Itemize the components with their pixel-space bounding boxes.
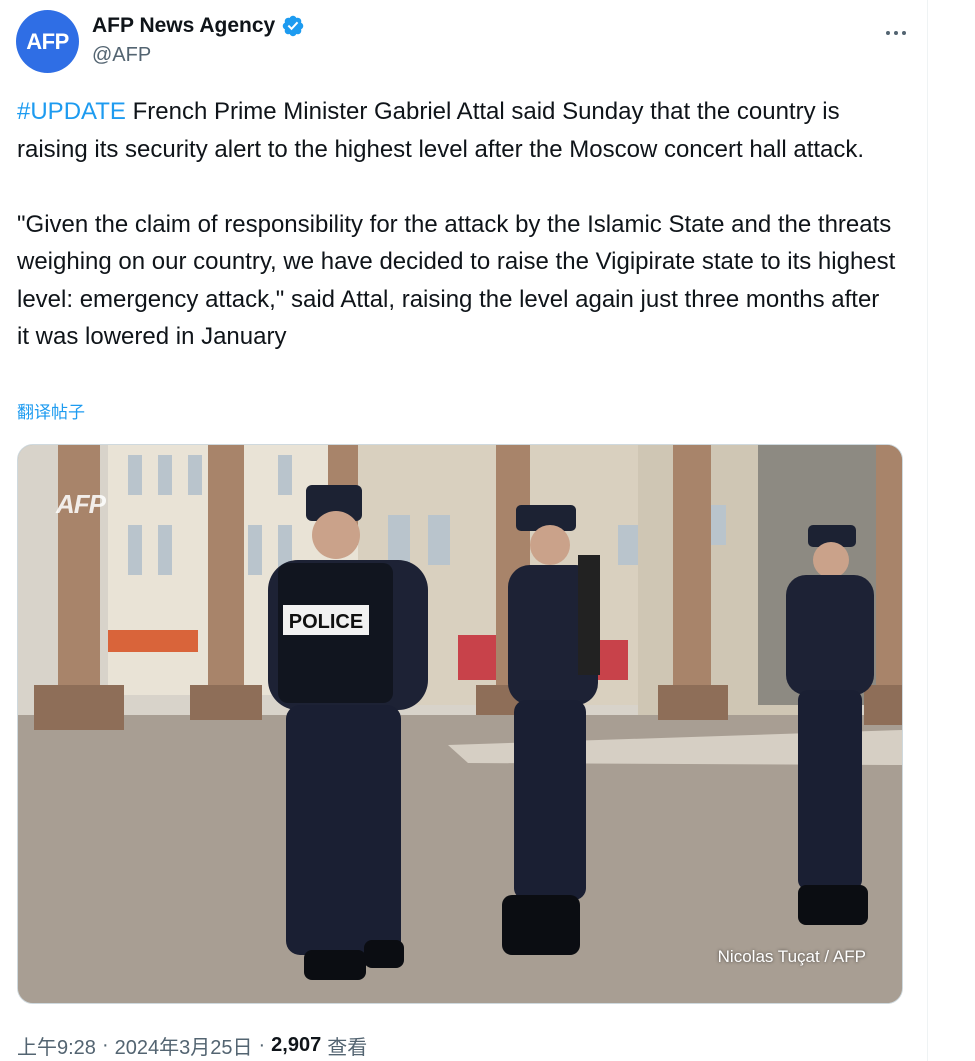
officer-right <box>786 525 874 925</box>
avatar[interactable]: AFP <box>16 10 79 73</box>
author-display-name[interactable]: AFP News Agency <box>92 14 275 38</box>
tweet-time[interactable]: 上午9:28 <box>17 1031 96 1060</box>
tweet-header: AFP AFP News Agency @AFP <box>16 10 911 74</box>
tweet-photo[interactable]: POLICE AFP Nicolas Tuçat / AFP <box>17 444 903 1004</box>
author-handle[interactable]: @AFP <box>92 44 151 67</box>
more-options-icon[interactable] <box>881 18 911 48</box>
police-patrol-photo: POLICE <box>18 445 902 1003</box>
avatar-logo-text: AFP <box>26 28 69 54</box>
afp-watermark: AFP <box>56 489 106 519</box>
officer-center <box>502 505 600 955</box>
translate-post-link[interactable]: 翻译帖子 <box>17 398 85 423</box>
photo-credit: Nicolas Tuçat / AFP <box>717 947 866 966</box>
column-divider <box>927 0 928 1061</box>
hashtag-link[interactable]: #UPDATE <box>17 98 126 125</box>
author-name-row: AFP News Agency <box>92 14 305 38</box>
meta-separator: · <box>101 1034 109 1056</box>
views-label: 查看 <box>327 1037 368 1059</box>
tweet-text: #UPDATE French Prime Minister Gabriel At… <box>17 93 897 356</box>
vest-label: POLICE <box>289 611 363 633</box>
meta-separator: · <box>258 1034 266 1056</box>
tweet-date[interactable]: 2024年3月25日 <box>115 1031 253 1060</box>
tweet-meta: 上午9:28 · 2024年3月25日 · 2,907 查看 <box>17 1031 367 1060</box>
views-count: 2,907 <box>271 1034 322 1056</box>
tweet-body: French Prime Minister Gabriel Attal said… <box>17 98 896 350</box>
verified-badge-icon[interactable] <box>281 14 305 38</box>
